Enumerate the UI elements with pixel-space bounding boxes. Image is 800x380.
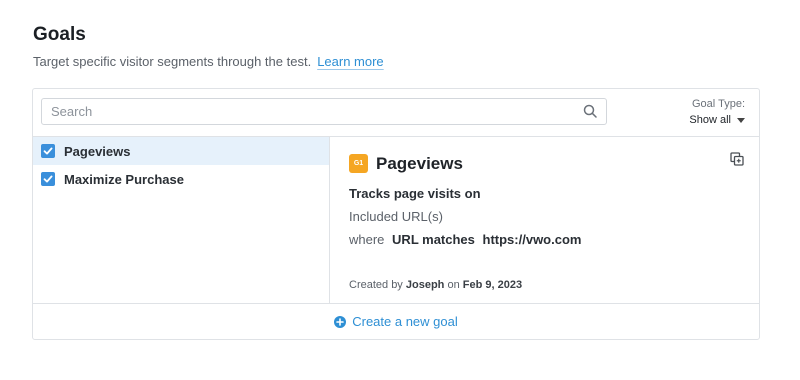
search-icon[interactable] bbox=[583, 104, 597, 118]
tracks-heading: Tracks page visits on bbox=[349, 186, 481, 201]
learn-more-link[interactable]: Learn more bbox=[317, 54, 383, 69]
page-subtitle: Target specific visitor segments through… bbox=[33, 54, 384, 69]
where-label: where bbox=[349, 232, 385, 247]
created-prefix: Created by bbox=[349, 279, 403, 291]
create-goal-label: Create a new goal bbox=[352, 314, 458, 329]
goal-type-value: Show all bbox=[689, 114, 731, 126]
created-on-prefix: on bbox=[447, 279, 460, 291]
created-info: Created by Joseph on Feb 9, 2023 bbox=[349, 279, 522, 291]
goal-list-item-maximize-purchase[interactable]: Maximize Purchase bbox=[33, 165, 329, 193]
goal-detail-title: Pageviews bbox=[376, 154, 463, 173]
subtitle-text: Target specific visitor segments through… bbox=[33, 54, 312, 69]
search-box bbox=[41, 98, 607, 125]
goals-toolbar: Goal Type: Show all bbox=[33, 89, 759, 137]
create-goal-button[interactable]: Create a new goal bbox=[33, 303, 759, 339]
goal-list-item-label: Maximize Purchase bbox=[64, 171, 184, 187]
page-title: Goals bbox=[33, 24, 86, 45]
url-condition: where URL matches https://vwo.com bbox=[349, 232, 581, 247]
goal-list-item-label: Pageviews bbox=[64, 143, 131, 159]
plus-circle-icon bbox=[334, 315, 347, 328]
goal-type-filter: Goal Type: Show all bbox=[689, 98, 745, 128]
search-input[interactable] bbox=[42, 99, 572, 124]
created-date: Feb 9, 2023 bbox=[462, 279, 523, 291]
goal-type-label: Goal Type: bbox=[692, 98, 745, 110]
goal-list: Pageviews Maximize Purchase bbox=[33, 137, 330, 303]
included-urls-label: Included URL(s) bbox=[349, 209, 443, 224]
goal-type-dropdown[interactable]: Show all bbox=[689, 114, 745, 126]
match-url: https://vwo.com bbox=[482, 232, 582, 247]
created-by: Joseph bbox=[405, 279, 445, 291]
match-type: URL matches bbox=[392, 232, 475, 247]
goal-badge: G1 bbox=[349, 154, 368, 173]
copy-icon[interactable] bbox=[730, 152, 744, 166]
checkbox-checked-icon[interactable] bbox=[41, 144, 55, 158]
goal-detail: G1 Pageviews Tracks page visits on Inclu… bbox=[331, 137, 759, 303]
checkbox-checked-icon[interactable] bbox=[41, 172, 55, 186]
caret-down-icon bbox=[737, 117, 745, 123]
goals-panel: Goal Type: Show all Pageviews Maximize P… bbox=[32, 88, 760, 340]
goal-list-item-pageviews[interactable]: Pageviews bbox=[33, 137, 329, 165]
